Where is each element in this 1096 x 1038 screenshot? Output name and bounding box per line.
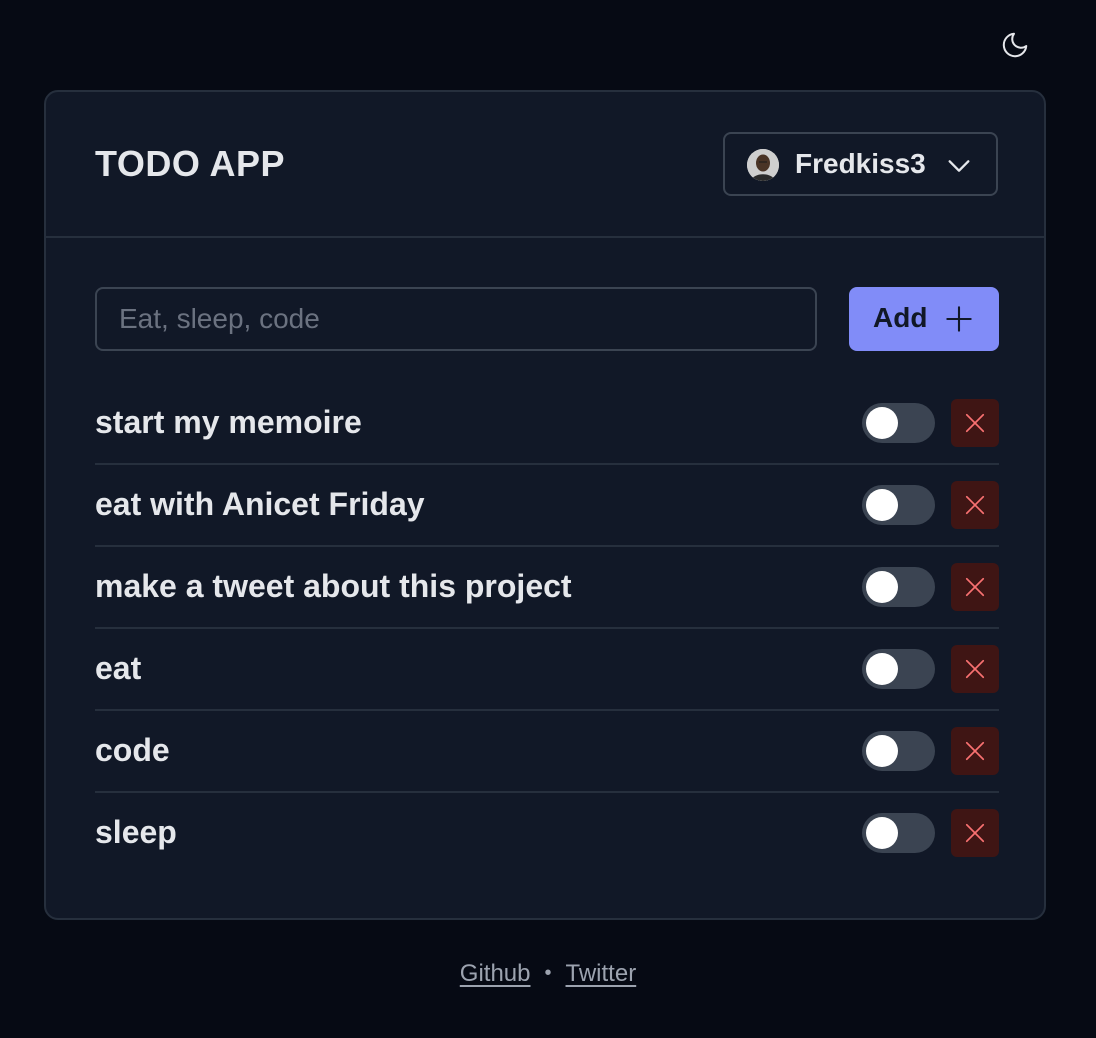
footer: Github • Twitter	[0, 960, 1096, 988]
footer-separator: •	[544, 962, 552, 984]
close-icon	[965, 741, 985, 761]
todo-list: start my memoire eat with Anicet Friday …	[95, 383, 999, 875]
todo-item: code	[95, 711, 999, 793]
toggle-knob	[866, 571, 898, 603]
theme-toggle-button[interactable]	[996, 26, 1034, 64]
close-icon	[965, 577, 985, 597]
todo-done-toggle[interactable]	[862, 403, 935, 443]
plus-icon	[946, 306, 972, 332]
chevron-down-icon	[948, 160, 970, 172]
add-button-label: Add	[873, 302, 928, 333]
delete-todo-button[interactable]	[951, 727, 999, 775]
todo-text: eat with Anicet Friday	[95, 486, 425, 522]
todo-text: eat	[95, 650, 142, 686]
moon-icon	[1002, 32, 1028, 58]
todo-item: make a tweet about this project	[95, 547, 999, 629]
todo-text: code	[95, 732, 170, 768]
github-link[interactable]: Github	[460, 960, 531, 987]
avatar	[747, 149, 779, 181]
delete-todo-button[interactable]	[951, 481, 999, 529]
delete-todo-button[interactable]	[951, 645, 999, 693]
page: TODO APP Fredkiss3 Add	[0, 0, 1096, 1038]
todo-done-toggle[interactable]	[862, 731, 935, 771]
todo-done-toggle[interactable]	[862, 813, 935, 853]
todo-item: eat with Anicet Friday	[95, 465, 999, 547]
new-task-input[interactable]	[95, 287, 817, 351]
todo-done-toggle[interactable]	[862, 649, 935, 689]
delete-todo-button[interactable]	[951, 809, 999, 857]
app-title: TODO APP	[95, 143, 286, 184]
close-icon	[965, 495, 985, 515]
todo-item: sleep	[95, 793, 999, 875]
add-task-button[interactable]: Add	[849, 287, 999, 351]
todo-card: TODO APP Fredkiss3 Add	[44, 90, 1046, 920]
delete-todo-button[interactable]	[951, 563, 999, 611]
todo-text: sleep	[95, 814, 177, 850]
card-header: TODO APP Fredkiss3	[46, 92, 1044, 238]
close-icon	[965, 413, 985, 433]
toggle-knob	[866, 489, 898, 521]
todo-text: make a tweet about this project	[95, 568, 572, 604]
user-name: Fredkiss3	[795, 148, 926, 179]
todo-item: start my memoire	[95, 383, 999, 465]
user-menu-dropdown[interactable]: Fredkiss3	[723, 132, 998, 196]
todo-item: eat	[95, 629, 999, 711]
twitter-link[interactable]: Twitter	[566, 960, 637, 987]
toggle-knob	[866, 817, 898, 849]
todo-done-toggle[interactable]	[862, 567, 935, 607]
toggle-knob	[866, 653, 898, 685]
toggle-knob	[866, 735, 898, 767]
todo-done-toggle[interactable]	[862, 485, 935, 525]
delete-todo-button[interactable]	[951, 399, 999, 447]
close-icon	[965, 659, 985, 679]
close-icon	[965, 823, 985, 843]
todo-text: start my memoire	[95, 404, 362, 440]
toggle-knob	[866, 407, 898, 439]
